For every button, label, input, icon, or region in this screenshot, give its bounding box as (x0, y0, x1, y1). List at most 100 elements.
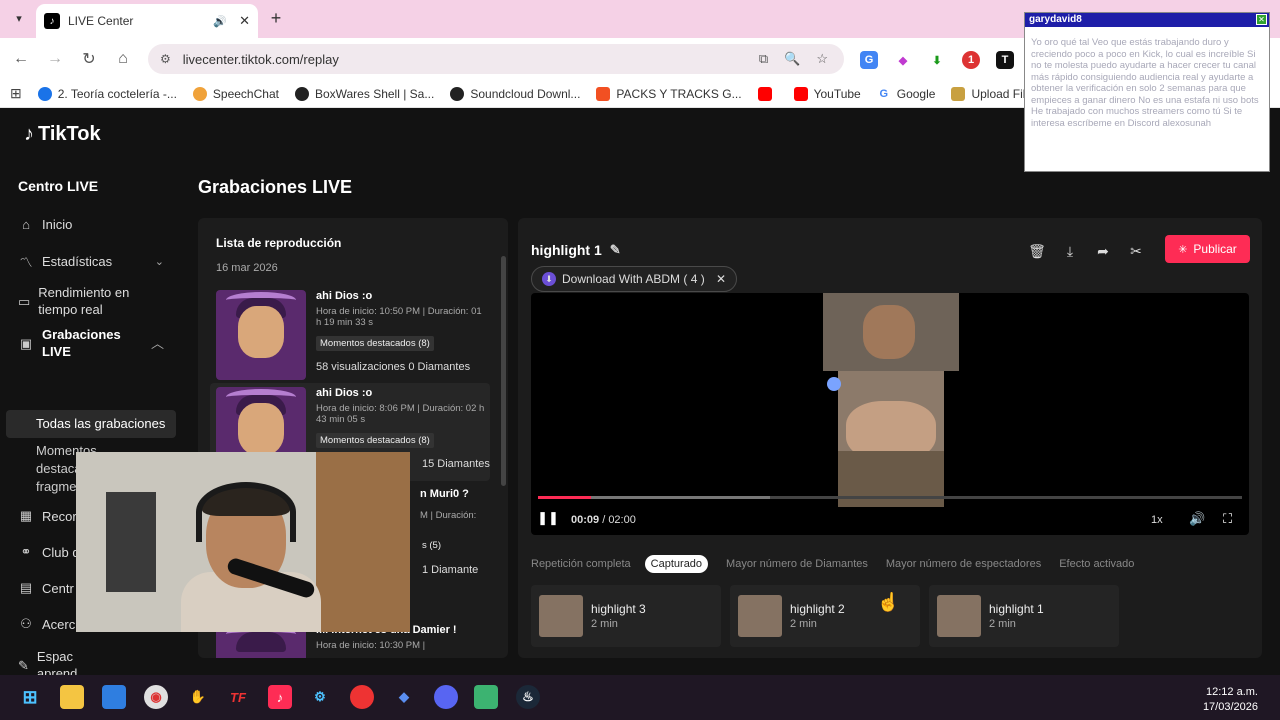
sidebar-item-label: Centr (42, 580, 74, 596)
highlight-thumbnail (738, 595, 782, 637)
store-icon[interactable] (102, 685, 126, 709)
mail-extension-icon[interactable]: 1 (962, 51, 980, 69)
bookmark-item[interactable]: SpeechChat (192, 86, 279, 101)
sidebar-sub-todas[interactable]: Todas las grabaciones (36, 415, 165, 433)
network-app-icon[interactable]: ⚙ (308, 685, 332, 709)
sidebar-item-estadisticas[interactable]: 〽 Estadísticas ⌄ (18, 253, 178, 270)
stream-meta: M | Duración: (420, 510, 477, 521)
filter-repeticion[interactable]: Repetición completa (531, 558, 631, 570)
download-icon[interactable]: ⤓ (1061, 242, 1079, 260)
pause-icon[interactable]: ❚❚ (537, 510, 559, 525)
played-bar (538, 496, 591, 499)
diamond-extension-icon[interactable]: ◆ (894, 51, 912, 69)
highlights-badge[interactable]: Momentos destacados (8) (316, 336, 434, 351)
highlights-badge[interactable]: Momentos destacados (8) (316, 433, 434, 448)
reload-icon[interactable]: ↻ (78, 48, 100, 70)
chevron-up-icon: ︿ (150, 335, 164, 351)
publish-label: Publicar (1193, 242, 1237, 256)
popup-close-icon[interactable]: ✕ (1256, 14, 1267, 25)
record-app-icon[interactable] (350, 685, 374, 709)
playlist-item[interactable]: ahi Dios :o Hora de inicio: 10:50 PM | D… (210, 286, 490, 384)
volume-icon[interactable]: 🔊 (1189, 511, 1205, 527)
game-app-icon[interactable] (474, 685, 498, 709)
install-app-icon[interactable]: ⧉ (759, 51, 768, 67)
bookmark-item[interactable]: Soundcloud Downl... (450, 86, 580, 101)
highlight-title: highlight 1 ✎ (531, 242, 621, 258)
sidebar-item-rendimiento[interactable]: ▭ Rendimiento en tiempo real (18, 284, 148, 318)
bookmark-label: BoxWares Shell | Sa... (314, 86, 435, 101)
stream-meta: Hora de inicio: 8:06 PM | Duración: 02 h… (316, 403, 485, 425)
forward-icon[interactable]: → (44, 48, 66, 70)
delete-icon[interactable]: 🗑 (1028, 242, 1046, 260)
diamond-app-icon[interactable]: ◆ (392, 685, 416, 709)
share-icon[interactable]: ➦ (1094, 242, 1112, 260)
close-tab-icon[interactable]: ✕ (239, 13, 250, 29)
scissors-icon[interactable]: ✂ (1127, 242, 1145, 260)
back-icon[interactable]: ← (10, 48, 32, 70)
drive-icon (37, 86, 52, 101)
filter-diamantes[interactable]: Mayor número de Diamantes (726, 558, 868, 570)
tiktok-logo[interactable]: ♪ TikTok (24, 123, 101, 146)
browser-tab[interactable]: ♪ LIVE Center 🔊 ✕ (36, 4, 258, 38)
close-icon[interactable]: ✕ (716, 272, 726, 286)
tiktok-app-icon[interactable]: ♪ (268, 685, 292, 709)
tf-app-icon[interactable]: TF (226, 685, 250, 709)
filter-efecto[interactable]: Efecto activado (1059, 558, 1134, 570)
bookmark-label: YouTube (813, 86, 861, 101)
bookmark-item[interactable]: PACKS Y TRACKS G... (596, 86, 742, 101)
bookmark-star-icon[interactable]: ☆ (816, 51, 828, 67)
text-extension-icon[interactable]: T (996, 51, 1014, 69)
steam-icon[interactable]: ♨ (516, 685, 540, 709)
abdm-download-button[interactable]: ⬇ Download With ABDM ( 4 ) ✕ (531, 266, 737, 292)
filter-capturado[interactable]: Capturado (644, 555, 709, 573)
playback-speed[interactable]: 1x (1151, 514, 1163, 526)
mouse-cursor-icon: ☝ (877, 592, 900, 612)
bookmark-item[interactable]: BoxWares Shell | Sa... (294, 86, 435, 101)
sidebar-item-inicio[interactable]: ⌂ Inicio (18, 216, 178, 232)
edit-pencil-icon[interactable]: ✎ (610, 242, 621, 258)
video-frame-top (823, 293, 959, 371)
audio-playing-icon[interactable]: 🔊 (213, 15, 227, 28)
fullscreen-icon[interactable]: ⛶ (1223, 511, 1232, 527)
windows-start-icon[interactable]: ⊞ (18, 685, 42, 709)
highlight-card[interactable]: highlight 3 2 min (531, 585, 721, 647)
system-clock[interactable]: 12:12 a.m. 17/03/2026 (1203, 685, 1258, 715)
file-explorer-icon[interactable] (60, 685, 84, 709)
new-tab-button[interactable]: + (266, 8, 286, 28)
playlist-scrollbar[interactable] (501, 256, 506, 486)
chat-popup: garydavid8 ✕ Yo oro qué tal Veo que está… (1024, 12, 1270, 172)
highlights-badge[interactable]: s (5) (418, 538, 445, 553)
filter-espectadores[interactable]: Mayor número de espectadores (886, 558, 1041, 570)
globe-icon (450, 86, 465, 101)
tiktok-note-icon: ♪ (24, 123, 34, 145)
home-icon[interactable]: ⌂ (112, 48, 134, 70)
video-progress-bar[interactable] (538, 496, 1242, 499)
site-settings-icon[interactable]: ⚙ (160, 52, 171, 66)
sidebar-item-label: Inicio (42, 216, 73, 232)
bookmark-item[interactable]: G Google (876, 86, 935, 101)
url-text[interactable]: livecenter.tiktok.com/replay (183, 52, 759, 67)
discord-icon[interactable] (434, 685, 458, 709)
chevron-down-icon: ⌄ (154, 255, 164, 268)
calendar-icon: ▦ (19, 508, 33, 523)
translate-extension-icon[interactable]: G (860, 51, 878, 69)
bookmark-item[interactable]: YouTube (793, 86, 861, 101)
monitor-icon: ▭ (18, 293, 31, 309)
app-icon[interactable]: ✋ (186, 685, 210, 709)
zoom-icon[interactable]: 🔍 (784, 51, 800, 67)
apps-grid-icon[interactable]: ⊞ (10, 85, 22, 102)
publish-button[interactable]: ✳ Publicar (1165, 235, 1250, 263)
chrome-icon[interactable]: ◉ (144, 685, 168, 709)
popup-message: Yo oro qué tal Veo que estás trabajando … (1031, 37, 1259, 129)
highlight-title-text: highlight 1 (531, 242, 602, 258)
highlight-card[interactable]: highlight 1 2 min (929, 585, 1119, 647)
video-player[interactable]: ❚❚ 00:09 / 02:00 1x 🔊 ⛶ (531, 293, 1249, 535)
download-extension-icon[interactable]: ⬇ (928, 51, 946, 69)
bookmark-item[interactable] (757, 86, 778, 101)
bookmark-item[interactable]: 2. Teoría coctelería -... (37, 86, 177, 101)
bookmark-label: 2. Teoría coctelería -... (57, 86, 177, 101)
stream-name: ahi Dios :o (316, 387, 373, 399)
address-bar[interactable]: ⚙ livecenter.tiktok.com/replay ⧉ 🔍 ☆ (148, 44, 844, 74)
tab-search-button[interactable]: ▾ (8, 7, 30, 29)
sidebar-item-grabaciones[interactable]: ▣ Grabaciones LIVE ︿ (18, 326, 178, 360)
